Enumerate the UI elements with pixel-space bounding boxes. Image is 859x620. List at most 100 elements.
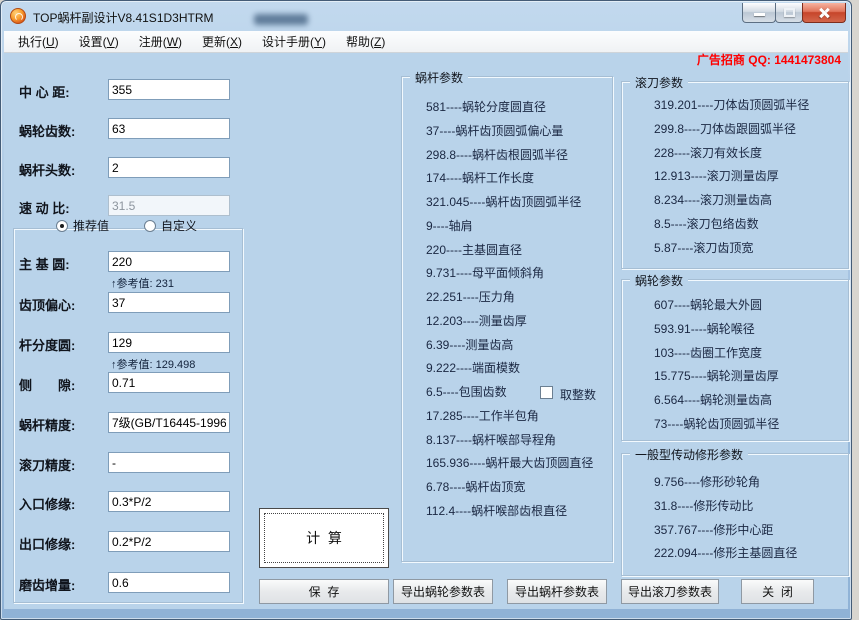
wheel-teeth-label: 蜗轮齿数: bbox=[19, 121, 75, 140]
export-hob-table-button[interactable]: 导出滚刀参数表 bbox=[621, 579, 719, 604]
param-item: 22.251----压力角 bbox=[402, 286, 612, 310]
param-item: 112.4----蜗杆喉部齿根直径 bbox=[402, 500, 612, 524]
worm-starts-label: 蜗杆头数: bbox=[19, 160, 75, 179]
menu-item[interactable]: 帮助(Z) bbox=[336, 30, 395, 53]
menu-item[interactable]: 注册(W) bbox=[129, 30, 192, 53]
app-window: TOP蜗杆副设计V8.41S1D3HTRM 执行(U)设置(V)注册(W)更新(… bbox=[0, 0, 852, 620]
param-item: 165.936----蜗杆最大齿顶圆直径 bbox=[402, 452, 612, 476]
hob-precision-label: 滚刀精度: bbox=[19, 455, 75, 474]
param-item: 103----齿圈工作宽度 bbox=[622, 342, 848, 366]
entry-relief-input[interactable] bbox=[108, 491, 230, 512]
param-item: 321.045----蜗杆齿顶圆弧半径 bbox=[402, 191, 612, 215]
param-item: 607----蜗轮最大外圆 bbox=[622, 294, 848, 318]
speed-ratio-input bbox=[108, 195, 230, 216]
maximize-button[interactable] bbox=[775, 3, 803, 23]
main-base-circle-input[interactable] bbox=[108, 251, 230, 272]
reference-note: ↑参考值: 231 bbox=[111, 275, 174, 291]
close-button[interactable] bbox=[802, 3, 846, 23]
minimize-button[interactable] bbox=[742, 3, 776, 23]
hob-parameters-groupbox: 滚刀参数 319.201----刀体齿顶圆弧半径299.8----刀体齿跟圆弧半… bbox=[621, 81, 849, 269]
close-icon bbox=[818, 7, 830, 19]
menu-item[interactable]: 更新(X) bbox=[192, 30, 252, 53]
param-item: 593.91----蜗轮喉径 bbox=[622, 318, 848, 342]
menu-item[interactable]: 设置(V) bbox=[69, 30, 129, 53]
param-item: 73----蜗轮齿顶圆弧半径 bbox=[622, 413, 848, 437]
tip-eccentricity-input[interactable] bbox=[108, 292, 230, 313]
param-item: 220----主基圆直径 bbox=[402, 239, 612, 263]
wheel-parameters-title: 蜗轮参数 bbox=[630, 272, 688, 289]
calculate-button[interactable]: 计 算 bbox=[259, 508, 389, 568]
worm-parameters-list: 581----蜗轮分度圆直径37----蜗杆齿顶圆弧偏心量298.8----蜗杆… bbox=[402, 96, 612, 524]
ad-text: 广告招商 QQ: 1441473804 bbox=[697, 51, 841, 68]
worm-pitch-circle-input[interactable] bbox=[108, 332, 230, 353]
worm-pitch-circle-label: 杆分度圆: bbox=[19, 335, 75, 354]
worm-precision-label: 蜗杆精度: bbox=[19, 415, 75, 434]
hob-parameters-title: 滚刀参数 bbox=[630, 74, 688, 91]
menu-item[interactable]: 执行(U) bbox=[8, 30, 69, 53]
param-item: 17.285----工作半包角 bbox=[402, 405, 612, 429]
menu-item[interactable]: 设计手册(Y) bbox=[252, 30, 336, 53]
param-item: 174----蜗杆工作长度 bbox=[402, 167, 612, 191]
param-item: 298.8----蜗杆齿根圆弧半径 bbox=[402, 144, 612, 168]
exit-relief-label: 出口修缘: bbox=[19, 534, 75, 553]
exit-relief-input[interactable] bbox=[108, 531, 230, 552]
center-distance-label: 中 心 距: bbox=[19, 82, 70, 101]
worm-starts-input[interactable] bbox=[108, 157, 230, 178]
modification-parameters-groupbox: 一般型传动修形参数 9.756----修形砂轮角31.8----修形传动比357… bbox=[621, 453, 849, 576]
hob-parameters-list: 319.201----刀体齿顶圆弧半径299.8----刀体齿跟圆弧半径228-… bbox=[622, 94, 848, 260]
menu-bar: 执行(U)设置(V)注册(W)更新(X)设计手册(Y)帮助(Z) bbox=[4, 31, 848, 53]
export-worm-table-button[interactable]: 导出蜗杆参数表 bbox=[507, 579, 607, 604]
radio-recommended[interactable]: 推荐值 bbox=[56, 217, 109, 234]
wheel-parameters-list: 607----蜗轮最大外圆593.91----蜗轮喉径103----齿圈工作宽度… bbox=[622, 294, 848, 437]
param-item: 581----蜗轮分度圆直径 bbox=[402, 96, 612, 120]
app-icon bbox=[10, 8, 26, 24]
title-bar: TOP蜗杆副设计V8.41S1D3HTRM bbox=[1, 1, 851, 31]
worm-parameters-title: 蜗杆参数 bbox=[410, 69, 468, 86]
wheel-teeth-input[interactable] bbox=[108, 118, 230, 139]
param-item: 6.78----蜗杆齿顶宽 bbox=[402, 476, 612, 500]
backlash-input[interactable] bbox=[108, 372, 230, 393]
reference-note: ↑参考值: 129.498 bbox=[111, 356, 195, 372]
param-item: 6.39----测量齿高 bbox=[402, 334, 612, 358]
center-distance-input[interactable] bbox=[108, 79, 230, 100]
worm-parameters-groupbox: 蜗杆参数 581----蜗轮分度圆直径37----蜗杆齿顶圆弧偏心量298.8-… bbox=[401, 76, 613, 562]
param-item: 12.913----滚刀测量齿厚 bbox=[622, 165, 848, 189]
modification-parameters-title: 一般型传动修形参数 bbox=[630, 446, 748, 463]
param-item: 8.5----滚刀包络齿数 bbox=[622, 213, 848, 237]
param-item: 357.767----修形中心距 bbox=[622, 519, 848, 543]
wheel-parameters-groupbox: 蜗轮参数 607----蜗轮最大外圆593.91----蜗轮喉径103----齿… bbox=[621, 279, 849, 441]
grinding-increment-label: 磨齿增量: bbox=[19, 575, 75, 594]
main-base-circle-label: 主 基 圆: bbox=[19, 254, 70, 273]
param-item: 15.775----蜗轮测量齿厚 bbox=[622, 365, 848, 389]
param-item: 9----轴肩 bbox=[402, 215, 612, 239]
param-item: 9.731----母平面倾斜角 bbox=[402, 262, 612, 286]
speed-ratio-label: 速 动 比: bbox=[19, 198, 70, 217]
modification-parameters-list: 9.756----修形砂轮角31.8----修形传动比357.767----修形… bbox=[622, 471, 848, 566]
param-item: 8.137----蜗杆喉部导程角 bbox=[402, 429, 612, 453]
param-item: 12.203----测量齿厚 bbox=[402, 310, 612, 334]
minimize-icon bbox=[754, 13, 765, 16]
param-item: 222.094----修形主基圆直径 bbox=[622, 542, 848, 566]
param-item: 9.756----修形砂轮角 bbox=[622, 471, 848, 495]
maximize-icon bbox=[784, 8, 795, 17]
entry-relief-label: 入口修缘: bbox=[19, 494, 75, 513]
save-button[interactable]: 保 存 bbox=[259, 579, 389, 604]
radio-custom[interactable]: 自定义 bbox=[144, 217, 197, 234]
param-item: 6.564----蜗轮测量齿高 bbox=[622, 389, 848, 413]
tip-eccentricity-label: 齿顶偏心: bbox=[19, 295, 75, 314]
round-integer-checkbox[interactable] bbox=[540, 386, 553, 399]
param-item: 31.8----修形传动比 bbox=[622, 495, 848, 519]
export-wheel-table-button[interactable]: 导出蜗轮参数表 bbox=[393, 579, 493, 604]
radio-selected-icon bbox=[56, 220, 68, 232]
param-item: 299.8----刀体齿跟圆弧半径 bbox=[622, 118, 848, 142]
window-controls bbox=[743, 3, 846, 23]
worm-precision-input[interactable] bbox=[108, 412, 230, 433]
window-title: TOP蜗杆副设计V8.41S1D3HTRM bbox=[33, 9, 214, 26]
radio-unselected-icon bbox=[144, 220, 156, 232]
backlash-label: 侧 隙: bbox=[19, 375, 75, 394]
hob-precision-input[interactable] bbox=[108, 452, 230, 473]
close-dialog-button[interactable]: 关 闭 bbox=[741, 579, 814, 604]
param-item: 228----滚刀有效长度 bbox=[622, 142, 848, 166]
grinding-increment-input[interactable] bbox=[108, 572, 230, 593]
blurred-overlay bbox=[254, 14, 308, 25]
